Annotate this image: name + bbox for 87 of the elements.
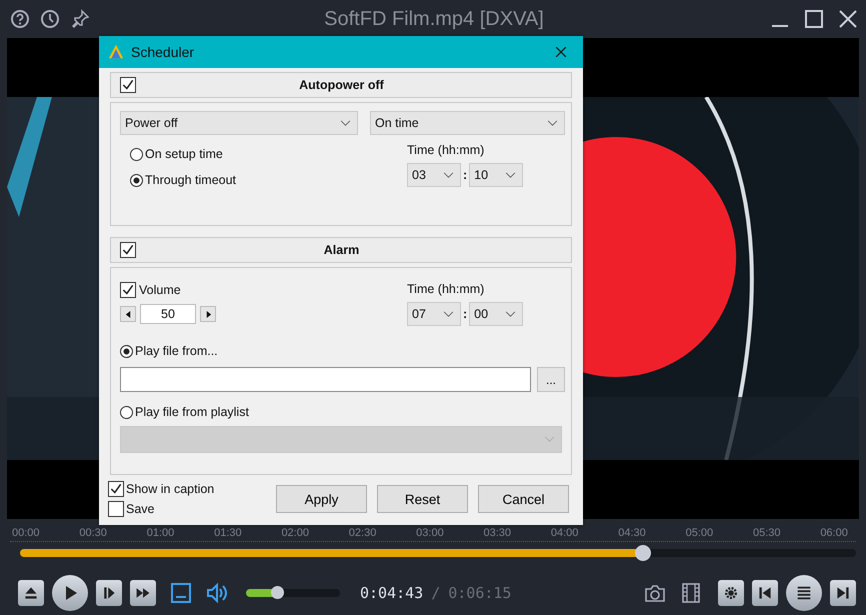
timeline-label: 04:30	[618, 527, 646, 539]
time-separator: /	[431, 584, 440, 602]
current-time: 0:04:43	[360, 584, 424, 602]
chevron-down-icon	[544, 436, 555, 443]
volume-slider[interactable]	[246, 589, 340, 597]
browse-button[interactable]: ...	[537, 367, 565, 392]
timeline-label: 03:30	[484, 527, 512, 539]
timeline-label: 03:00	[416, 527, 444, 539]
hour-dropdown[interactable]: 03	[407, 163, 461, 187]
chevron-down-icon	[340, 120, 351, 126]
gear-icon	[723, 585, 739, 601]
dropdown[interactable]: On time	[370, 111, 565, 135]
minute-dropdown[interactable]: 10	[469, 163, 524, 187]
close-icon[interactable]	[553, 44, 569, 60]
total-time: 0:06:15	[448, 584, 512, 602]
maximize-icon[interactable]	[804, 9, 824, 29]
decrease-button[interactable]	[120, 306, 136, 322]
volume-handle[interactable]	[271, 586, 284, 599]
chevron-down-icon	[505, 172, 516, 178]
subtitles-icon[interactable]	[170, 582, 192, 604]
chevron-down-icon	[443, 172, 454, 178]
previous-button[interactable]	[752, 580, 778, 606]
playlist-button[interactable]	[786, 575, 822, 611]
timeline-label: 05:00	[686, 527, 714, 539]
section-title: Autopower off	[298, 78, 385, 92]
close-icon[interactable]	[838, 9, 858, 29]
increase-button[interactable]	[200, 306, 216, 322]
left-arrow-icon	[124, 310, 132, 318]
time-label: Time (hh:mm)	[407, 143, 486, 157]
film-icon[interactable]	[680, 582, 702, 604]
dialog-title: Scheduler	[131, 44, 194, 60]
radio-button[interactable]: Play file from...	[120, 344, 565, 358]
checkbox[interactable]	[120, 77, 136, 93]
dialog-button[interactable]: Cancel	[478, 485, 569, 513]
radio-button[interactable]: On setup time	[130, 147, 236, 161]
right-arrow-icon	[204, 310, 212, 318]
dropdown[interactable]: Power off	[120, 111, 358, 135]
clock-icon[interactable]	[40, 9, 60, 29]
timeline-label: 00:30	[79, 527, 107, 539]
next-button[interactable]	[830, 580, 856, 606]
time-label: Time (hh:mm)	[407, 282, 486, 296]
checkmark-icon	[121, 78, 135, 92]
dialog-button[interactable]: Apply	[276, 485, 367, 513]
camera-icon[interactable]	[644, 582, 666, 604]
timeline-label: 01:00	[146, 527, 174, 539]
checkmark-icon	[121, 243, 135, 257]
eject-icon	[23, 585, 39, 601]
triangle-logo-icon	[107, 43, 125, 61]
checkbox[interactable]: Volume	[120, 282, 216, 298]
pin-icon[interactable]	[70, 9, 90, 29]
chevron-down-icon	[547, 120, 558, 126]
fast-forward-button[interactable]	[130, 580, 156, 606]
window-title: SoftFD Film.mp4 [DXVA]	[323, 8, 545, 30]
chevron-down-icon	[443, 310, 454, 318]
section-title: Alarm	[322, 243, 360, 257]
chevron-down-icon	[505, 310, 516, 318]
settings-button[interactable]	[718, 580, 744, 606]
checkbox[interactable]	[120, 242, 136, 258]
radio-button[interactable]: Through timeout	[130, 173, 236, 187]
timeline-label: 02:00	[281, 527, 309, 539]
play-button[interactable]	[52, 575, 88, 611]
volume-field[interactable]: 50	[140, 304, 196, 324]
seek-handle[interactable]	[634, 545, 651, 561]
dialog-button[interactable]: Reset	[377, 485, 468, 513]
file-path-field[interactable]	[120, 367, 531, 392]
timeline-label: 05:30	[752, 527, 780, 539]
checkmark-icon	[109, 482, 123, 496]
timeline-label: 02:30	[348, 527, 376, 539]
next-icon	[835, 585, 851, 601]
colon: :	[463, 168, 468, 182]
timeline-label: 04:00	[550, 527, 578, 539]
checkmark-icon	[121, 283, 135, 297]
frame-step-icon	[101, 585, 117, 601]
checkbox[interactable]: Show in caption	[108, 481, 266, 497]
previous-icon	[757, 585, 773, 601]
list-icon	[795, 584, 813, 602]
minute-dropdown[interactable]: 00	[469, 302, 524, 326]
help-icon[interactable]	[10, 9, 30, 29]
eject-button[interactable]	[18, 580, 44, 606]
colon: :	[463, 307, 468, 321]
checkbox[interactable]: Save	[108, 501, 266, 517]
speaker-icon[interactable]	[206, 582, 228, 604]
hour-dropdown[interactable]: 07	[407, 302, 461, 326]
frame-step-button[interactable]	[96, 580, 122, 606]
timeline-label: 06:00	[820, 527, 848, 539]
timeline-label: 01:30	[214, 527, 242, 539]
timeline-label: 00:00	[12, 527, 40, 539]
